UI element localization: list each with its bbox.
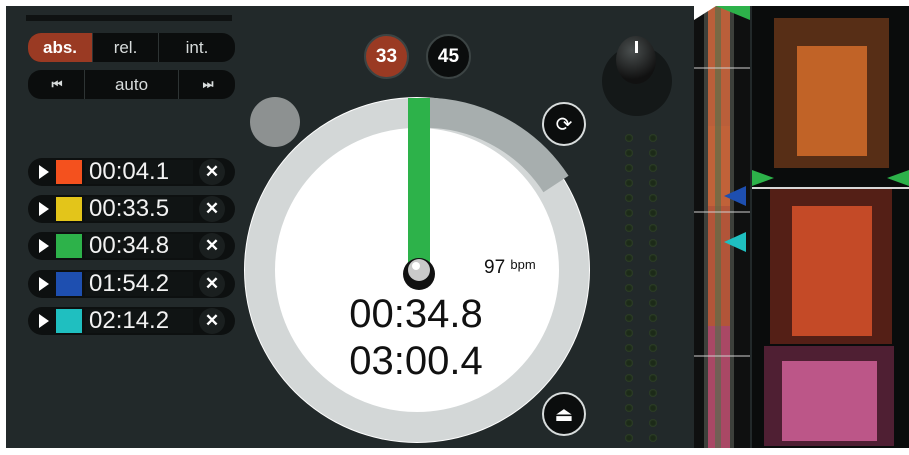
eject-icon: ⏏: [554, 403, 574, 426]
knob-cap: [616, 36, 656, 84]
elapsed-time: 00:34.8: [349, 292, 483, 336]
waveform-zoom[interactable]: [752, 6, 909, 448]
gain-knob[interactable]: [602, 36, 672, 116]
level-meter: [625, 134, 671, 444]
waveform-overview[interactable]: [694, 6, 750, 448]
loop-button[interactable]: ⟳: [542, 102, 586, 146]
turntable-deck: abs. rel. int. ⏮ auto ⏭ 00:04.1 ✕ 00:33.…: [6, 6, 909, 448]
bpm-readout: 97 bpm: [484, 257, 536, 279]
eject-button[interactable]: ⏏: [542, 392, 586, 436]
total-time: 03:00.4: [349, 339, 483, 383]
platter-grab-handle[interactable]: [250, 97, 300, 147]
loop-icon: ⟳: [555, 113, 573, 136]
playhead-indicator: [408, 98, 430, 270]
bpm-unit: bpm: [510, 257, 536, 272]
bpm-value: 97: [484, 257, 506, 278]
